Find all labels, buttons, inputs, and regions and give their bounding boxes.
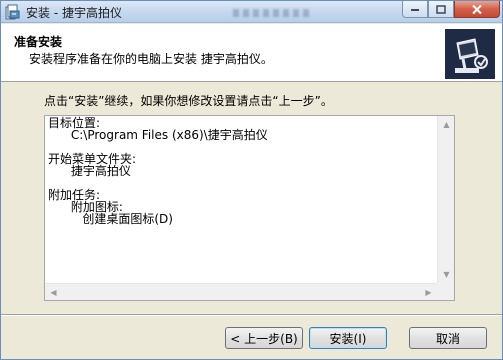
back-button[interactable]: < 上一步(B) <box>225 327 303 349</box>
summary-blank-line <box>48 177 438 189</box>
summary-line: C:\Program Files (x86)\捷宇高拍仪 <box>48 128 268 142</box>
window-title: 安装 - 捷宇高拍仪 <box>26 6 122 20</box>
instruction-text: 点击“安装”继续，如果你想修改设置请点击“上一步”。 <box>44 94 333 108</box>
title-ghost-text <box>233 9 313 17</box>
cancel-button[interactable]: 取消 <box>409 327 487 349</box>
horizontal-scrollbar[interactable]: ◀ ▶ <box>45 283 437 300</box>
scrollbar-corner <box>437 283 454 300</box>
product-logo-icon <box>445 29 495 79</box>
footer-divider <box>1 314 502 316</box>
title-bar[interactable]: 安装 - 捷宇高拍仪 <box>1 1 502 23</box>
ready-summary-memo[interactable]: 目标位置: C:\Program Files (x86)\捷宇高拍仪 开始菜单文件… <box>44 115 455 301</box>
maximize-button[interactable] <box>428 1 454 18</box>
page-title: 准备安装 <box>14 35 63 49</box>
installer-app-icon <box>5 4 21 20</box>
install-button[interactable]: 安装(I) <box>309 327 387 349</box>
summary-text: 目标位置: C:\Program Files (x86)\捷宇高拍仪 开始菜单文件… <box>48 117 438 225</box>
maximize-icon <box>436 4 446 14</box>
installer-window: 安装 - 捷宇高拍仪 准备安装 安装程序准备在你的电脑上安装 捷宇高拍仪。 点击… <box>0 0 503 360</box>
minimize-icon <box>411 9 419 11</box>
scroll-right-icon[interactable]: ▶ <box>420 284 437 301</box>
summary-line: 创建桌面图标(D) <box>48 212 173 226</box>
wizard-header: 准备安装 安装程序准备在你的电脑上安装 捷宇高拍仪。 <box>1 24 502 82</box>
minimize-button[interactable] <box>402 1 428 18</box>
scroll-up-icon[interactable]: ▲ <box>438 116 455 133</box>
scroll-left-icon[interactable]: ◀ <box>45 284 62 301</box>
vertical-scrollbar[interactable]: ▲ ▼ <box>437 116 454 283</box>
summary-line: 捷宇高拍仪 <box>48 164 131 178</box>
page-subtitle: 安装程序准备在你的电脑上安装 捷宇高拍仪。 <box>29 52 273 66</box>
scroll-down-icon[interactable]: ▼ <box>438 266 455 283</box>
close-icon <box>472 4 482 14</box>
close-button[interactable] <box>454 1 500 18</box>
